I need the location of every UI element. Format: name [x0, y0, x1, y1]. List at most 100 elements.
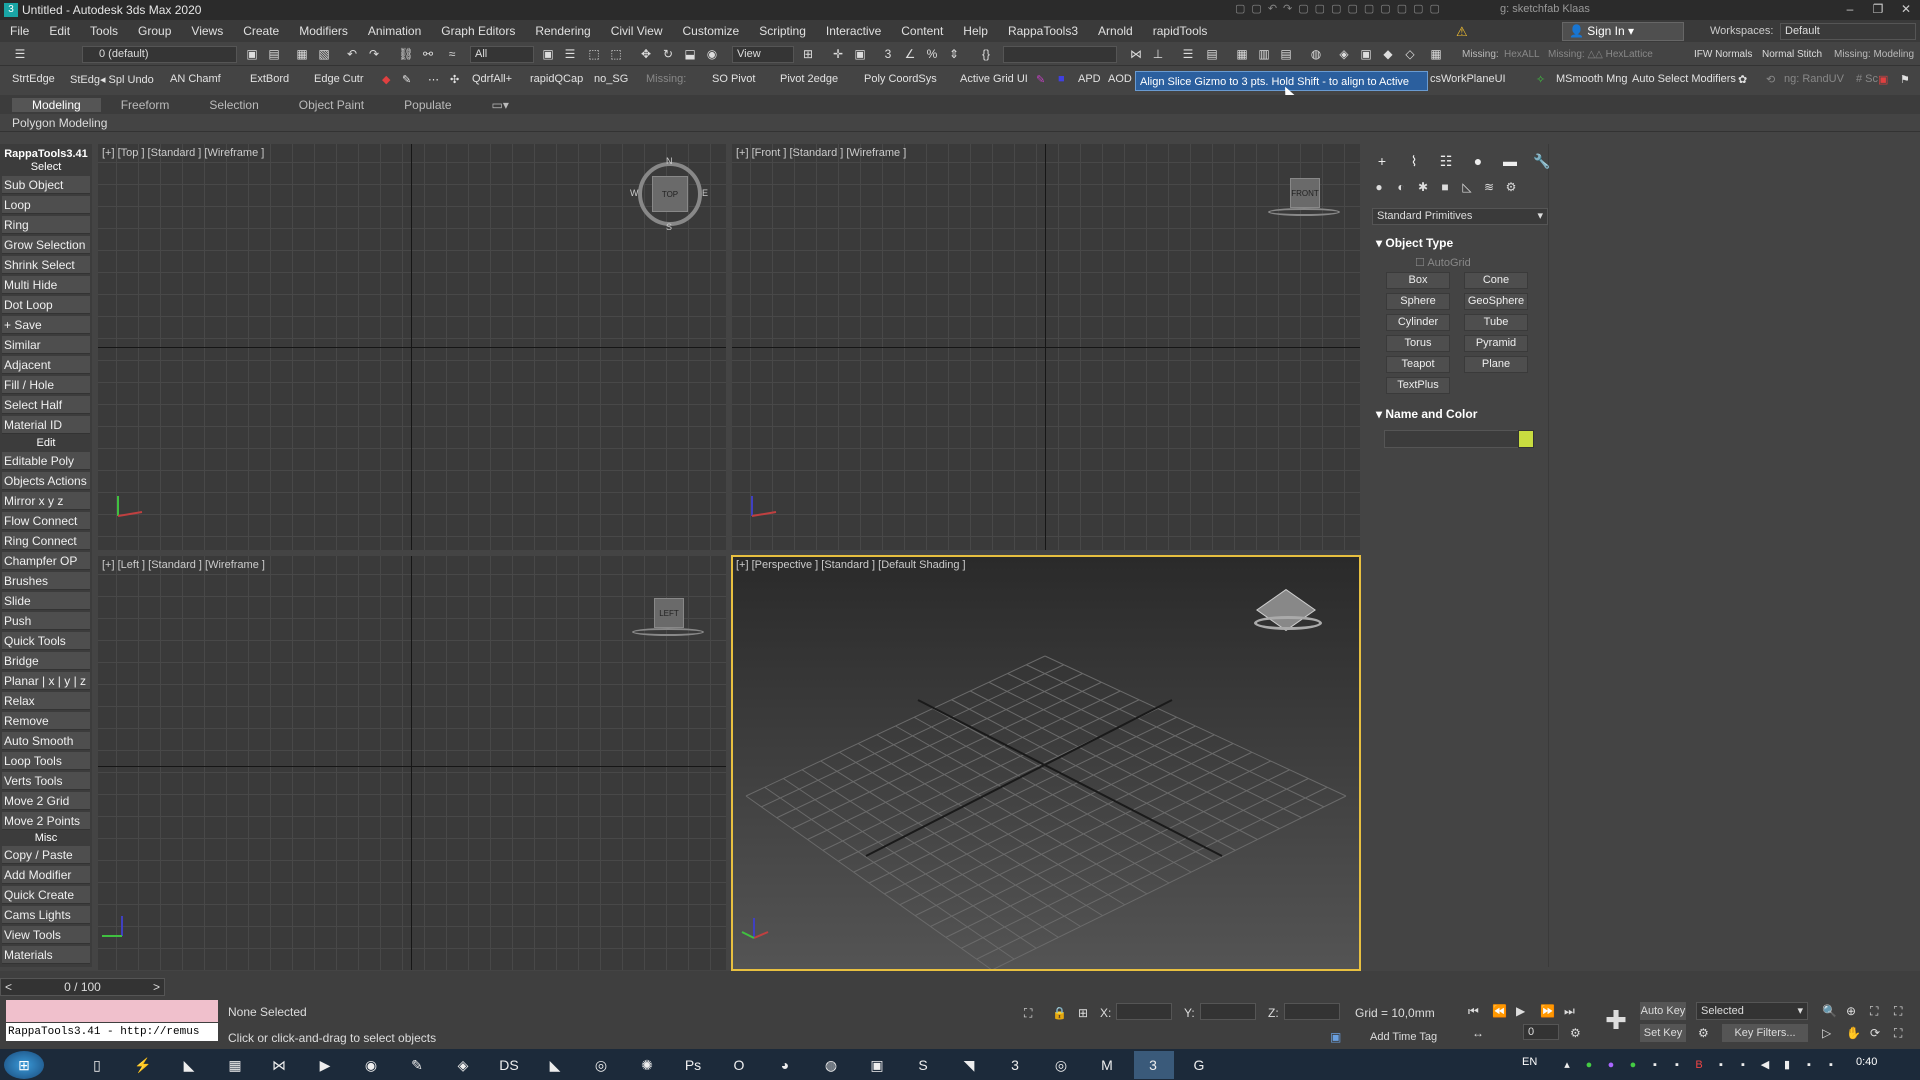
compass-gizmo[interactable]: TOP	[638, 162, 702, 226]
volume-icon[interactable]: ◀	[1754, 1054, 1776, 1076]
go-to-end-icon[interactable]: ⏭	[1564, 1004, 1575, 1019]
rappa-edit-button[interactable]: Move 2 Points	[2, 812, 90, 830]
percent-snap-icon[interactable]: %	[924, 46, 940, 62]
qa-icon[interactable]: ▢	[1331, 2, 1341, 15]
csworkplaneui-button[interactable]: csWorkPlaneUI	[1430, 73, 1506, 85]
menu-civil-view[interactable]: Civil View	[601, 24, 673, 38]
create-plane-button[interactable]: Plane	[1464, 356, 1528, 373]
language-indicator[interactable]: EN	[1522, 1056, 1537, 1068]
tray-icon[interactable]: B	[1688, 1054, 1710, 1076]
taskbar-unity-icon[interactable]: ◈	[452, 1054, 474, 1076]
viewcube-front[interactable]: FRONT	[1290, 178, 1320, 208]
viewport-front[interactable]: [+] [Front ] [Standard ] [Wireframe ] FR…	[732, 144, 1360, 550]
render-cloud-icon[interactable]: ▦	[1428, 46, 1444, 62]
isolate-icon[interactable]: ⛶	[1024, 1006, 1032, 1021]
taskbar-app-icon[interactable]: ◎	[1050, 1054, 1072, 1076]
key-mode-icon[interactable]: ↔	[1472, 1026, 1484, 1040]
rappa-select-button[interactable]: Sub Object	[2, 176, 90, 194]
menu-rendering[interactable]: Rendering	[525, 24, 600, 38]
helpers-icon[interactable]: ◺	[1460, 180, 1474, 194]
create-teapot-button[interactable]: Teapot	[1386, 356, 1450, 373]
taskbar-app-icon[interactable]: ▶	[314, 1054, 336, 1076]
object-type-rollout[interactable]: ▾ Object Type	[1376, 236, 1453, 250]
create-tab-icon[interactable]: +	[1372, 152, 1392, 170]
rappa-edit-button[interactable]: Push	[2, 612, 90, 630]
tool-icon[interactable]: ✎	[402, 73, 411, 86]
qa-icon[interactable]: ▢	[1298, 2, 1308, 15]
taskbar-app-icon[interactable]: ▣	[866, 1054, 888, 1076]
menu-graph-editors[interactable]: Graph Editors	[431, 24, 525, 38]
pivot-center-icon[interactable]: ⊞	[800, 46, 816, 62]
angle-snap-icon[interactable]: ∠	[902, 46, 918, 62]
rappa-select-button[interactable]: Loop	[2, 196, 90, 214]
ribbon-toggle-icon[interactable]: ▦	[1234, 46, 1250, 62]
rappa-edit-button[interactable]: Champfer OP	[2, 552, 90, 570]
rappa-select-button[interactable]: Material ID	[2, 416, 90, 434]
modify-tab-icon[interactable]: ⌇	[1404, 152, 1424, 170]
taskbar-skype-icon[interactable]: S	[912, 1054, 934, 1076]
tray-icon[interactable]: ▪	[1666, 1054, 1688, 1076]
autogrid-checkbox[interactable]: ☐ AutoGrid	[1415, 256, 1471, 269]
workspace-select[interactable]: Default	[1780, 23, 1916, 40]
taskbar-app-icon[interactable]: ⚡	[132, 1054, 154, 1076]
material-editor-icon[interactable]: ◍	[1308, 46, 1324, 62]
red-tool-icon[interactable]: ◆	[382, 73, 390, 86]
geometry-icon[interactable]: ●	[1372, 180, 1386, 194]
rappa-select-button[interactable]: Fill / Hole	[2, 376, 90, 394]
menu-customize[interactable]: Customize	[673, 24, 750, 38]
clock[interactable]: 0:40	[1856, 1056, 1877, 1068]
viewport-top-label[interactable]: [+] [Top ] [Standard ] [Wireframe ]	[102, 147, 264, 159]
rappa-select-button[interactable]: Grow Selection	[2, 236, 90, 254]
reference-coordinate-dropdown[interactable]: View	[732, 46, 794, 63]
menu-modifiers[interactable]: Modifiers	[289, 24, 358, 38]
rappa-edit-button[interactable]: Move 2 Grid	[2, 792, 90, 810]
viewport-left[interactable]: [+] [Left ] [Standard ] [Wireframe ] LEF…	[98, 556, 726, 970]
qa-icon[interactable]: ▢	[1347, 2, 1357, 15]
layer-icon[interactable]: ▦	[294, 46, 310, 62]
taskbar-photoshop-icon[interactable]: Ps	[682, 1054, 704, 1076]
tray-icon[interactable]: ●	[1622, 1054, 1644, 1076]
lock-icon[interactable]: 🔒	[1052, 1006, 1067, 1020]
move-icon[interactable]: ✥	[638, 46, 654, 62]
close-button[interactable]: ✕	[1892, 0, 1920, 18]
tray-icon[interactable]: ▪	[1820, 1054, 1842, 1076]
create-tube-button[interactable]: Tube	[1464, 314, 1528, 331]
qa-icon[interactable]: ▢	[1364, 2, 1374, 15]
rappa-edit-button[interactable]: Objects Actions	[2, 472, 90, 490]
rappa-select-button[interactable]: Dot Loop	[2, 296, 90, 314]
rappa-edit-button[interactable]: Mirror x y z	[2, 492, 90, 510]
snaps-toggle-icon[interactable]: 3	[880, 46, 896, 62]
go-to-start-icon[interactable]: ⏮	[1468, 1004, 1479, 1019]
taskbar-camera-icon[interactable]: ◎	[590, 1054, 612, 1076]
extbord-button[interactable]: ExtBord	[250, 73, 289, 85]
y-coord-field[interactable]	[1200, 1003, 1256, 1020]
next-frame-icon[interactable]: >	[153, 979, 164, 995]
menu-help[interactable]: Help	[953, 24, 998, 38]
taskbar-app-icon[interactable]: ⋈	[268, 1054, 290, 1076]
taskbar-opera-icon[interactable]: O	[728, 1054, 750, 1076]
rappa-edit-button[interactable]: Quick Tools	[2, 632, 90, 650]
taskbar-app-icon[interactable]: M	[1096, 1054, 1118, 1076]
sc-button[interactable]: # Sc	[1856, 73, 1878, 85]
network-icon[interactable]: ▮	[1776, 1054, 1798, 1076]
create-box-button[interactable]: Box	[1386, 272, 1450, 289]
create-torus-button[interactable]: Torus	[1386, 335, 1450, 352]
rappa-select-button[interactable]: Select Half	[2, 396, 90, 414]
hexall-button[interactable]: HexALL	[1504, 49, 1540, 60]
layer-dropdown[interactable]: 0 (default)	[82, 46, 237, 63]
taskbar-viber-icon[interactable]: ◉	[360, 1054, 382, 1076]
randuv-button[interactable]: ng: RandUV	[1784, 73, 1844, 85]
rappa-select-button[interactable]: + Save	[2, 316, 90, 334]
layer-icon[interactable]: ▤	[266, 46, 282, 62]
next-frame-icon[interactable]: ⏩	[1540, 1004, 1555, 1018]
utilities-tab-icon[interactable]: 🔧	[1532, 152, 1552, 170]
zoom-icon[interactable]: 🔍	[1822, 1004, 1837, 1018]
warning-icon[interactable]: ⚠	[1456, 24, 1468, 40]
menu-create[interactable]: Create	[233, 24, 289, 38]
cameras-icon[interactable]: ■	[1438, 180, 1452, 194]
aod-button[interactable]: AOD	[1108, 73, 1132, 85]
rappa-misc-button[interactable]: View Tools	[2, 926, 90, 944]
rappa-misc-button[interactable]: Copy / Paste	[2, 846, 90, 864]
taskbar-file-icon[interactable]: ▯	[86, 1054, 108, 1076]
previous-frame-icon[interactable]: ⏪	[1492, 1004, 1507, 1018]
